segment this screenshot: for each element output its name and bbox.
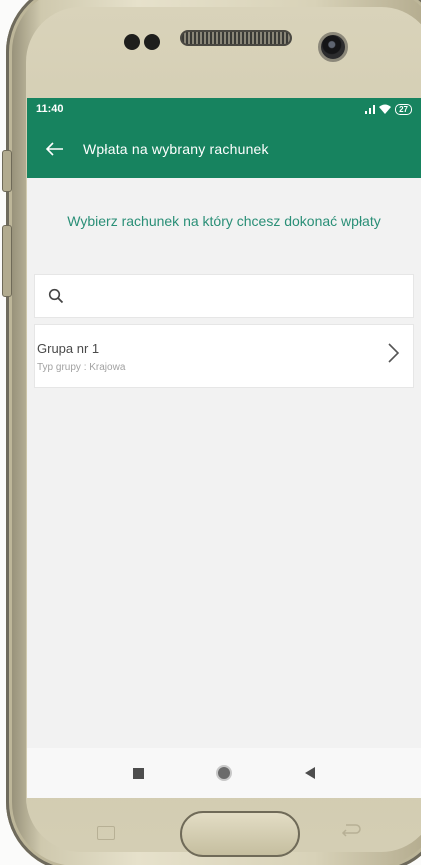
group-name: Grupa nr 1 bbox=[37, 341, 100, 356]
chevron-right-icon bbox=[387, 342, 401, 369]
app-bar: Wpłata na wybrany rachunek bbox=[27, 120, 421, 178]
signal-icon bbox=[365, 104, 376, 114]
recent-apps-icon[interactable] bbox=[133, 767, 145, 779]
device-mockup: 11:40 27 Wpłata na wybrany rachunek Wybi… bbox=[0, 0, 421, 865]
status-bar: 11:40 27 bbox=[27, 98, 421, 120]
recent-key-icon bbox=[97, 826, 115, 840]
sensor-dot bbox=[124, 34, 140, 50]
sensor-dot bbox=[144, 34, 160, 50]
power-button bbox=[2, 225, 12, 297]
earpiece-speaker bbox=[180, 30, 292, 46]
group-type: Typ grupy : Krajowa bbox=[37, 362, 126, 373]
volume-button bbox=[2, 150, 12, 192]
nav-back-icon[interactable] bbox=[304, 767, 315, 779]
back-arrow-icon[interactable] bbox=[27, 137, 83, 161]
search-bar[interactable] bbox=[34, 274, 414, 318]
instruction-text: Wybierz rachunek na który chcesz dokonać… bbox=[67, 213, 381, 229]
back-key-icon bbox=[341, 824, 361, 837]
search-icon bbox=[35, 288, 77, 304]
home-icon[interactable] bbox=[216, 765, 233, 781]
status-time: 11:40 bbox=[36, 103, 64, 115]
battery-icon: 27 bbox=[395, 103, 412, 115]
group-item[interactable]: Grupa nr 1 Typ grupy : Krajowa bbox=[34, 324, 414, 388]
status-icons: 27 bbox=[365, 103, 412, 115]
screen: 11:40 27 Wpłata na wybrany rachunek Wybi… bbox=[27, 98, 421, 798]
wifi-icon bbox=[379, 104, 392, 114]
search-input[interactable] bbox=[77, 287, 413, 305]
front-camera bbox=[318, 32, 348, 62]
page-title: Wpłata na wybrany rachunek bbox=[83, 141, 269, 157]
android-nav-bar bbox=[27, 748, 421, 798]
home-button bbox=[180, 811, 300, 857]
